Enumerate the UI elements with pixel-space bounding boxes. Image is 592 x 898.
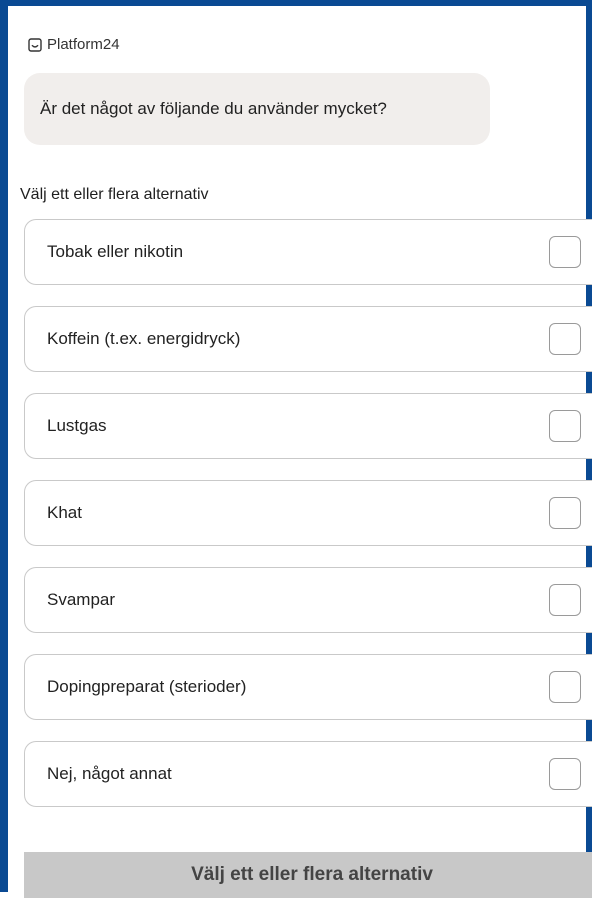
checkbox[interactable]: [549, 497, 581, 529]
checkbox[interactable]: [549, 410, 581, 442]
app-frame: Platform24 Är det något av följande du a…: [0, 0, 592, 898]
smiley-chat-icon: [28, 37, 42, 52]
option-lustgas[interactable]: Lustgas: [24, 393, 592, 459]
option-label: Tobak eller nikotin: [47, 242, 184, 261]
option-svampar[interactable]: Svampar: [24, 567, 592, 633]
checkbox[interactable]: [549, 584, 581, 616]
option-label: Koffein (t.ex. energidryck): [47, 329, 241, 348]
checkbox[interactable]: [549, 671, 581, 703]
option-tobak[interactable]: Tobak eller nikotin: [24, 219, 592, 285]
checkbox[interactable]: [549, 758, 581, 790]
option-khat[interactable]: Khat: [24, 480, 592, 546]
brand-header: Platform24: [28, 36, 120, 53]
option-label: Lustgas: [47, 416, 107, 435]
option-dopingpreparat[interactable]: Dopingpreparat (sterioder): [24, 654, 592, 720]
question-bubble: Är det något av följande du använder myc…: [24, 73, 490, 145]
brand-name: Platform24: [47, 36, 120, 53]
instruction-text: Välj ett eller flera alternativ: [20, 186, 209, 203]
options-list: Tobak eller nikotin Koffein (t.ex. energ…: [24, 219, 592, 828]
option-label: Khat: [47, 503, 82, 522]
option-koffein[interactable]: Koffein (t.ex. energidryck): [24, 306, 592, 372]
option-label: Dopingpreparat (sterioder): [47, 677, 247, 696]
option-nej-annat[interactable]: Nej, något annat: [24, 741, 592, 807]
option-label: Svampar: [47, 590, 116, 609]
submit-button[interactable]: Välj ett eller flera alternativ: [24, 852, 592, 898]
question-text: Är det något av följande du använder myc…: [40, 99, 387, 118]
checkbox[interactable]: [549, 323, 581, 355]
checkbox[interactable]: [549, 236, 581, 268]
option-label: Nej, något annat: [47, 764, 172, 783]
